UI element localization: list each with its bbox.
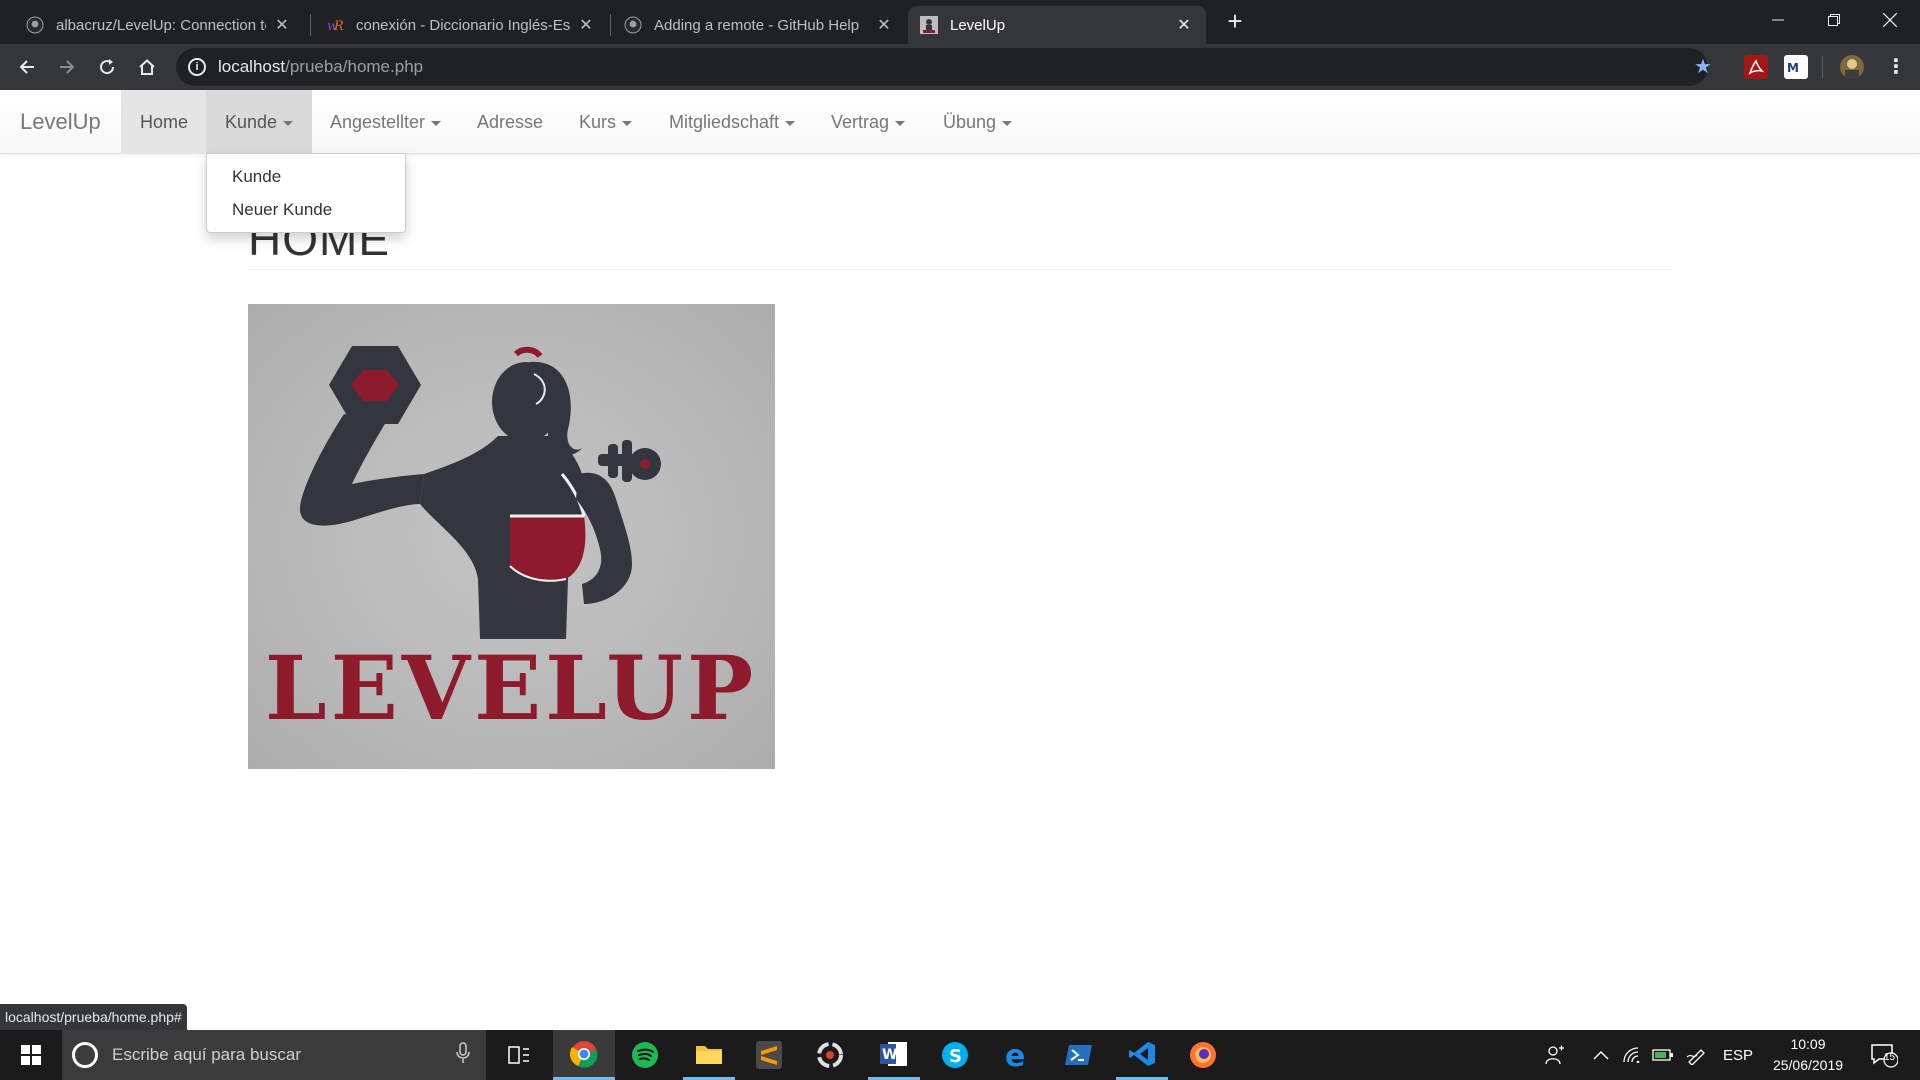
windows-start-icon[interactable] — [6, 1030, 56, 1080]
sublime-text-icon[interactable] — [744, 1030, 794, 1080]
tab-separator — [610, 14, 611, 36]
github-icon — [624, 16, 642, 34]
back-arrow-icon[interactable] — [12, 52, 42, 82]
close-tab-icon[interactable]: ✕ — [874, 15, 894, 35]
svg-text:W: W — [882, 1047, 897, 1063]
url-text: localhost/prueba/home.php — [218, 57, 424, 76]
nav-adresse[interactable]: Adresse — [458, 90, 562, 154]
browser-tab[interactable]: albacruz/LevelUp: Connection to ✕ — [14, 6, 304, 44]
notification-count: 15 — [1884, 1052, 1896, 1063]
extension-icon[interactable]: M — [1784, 55, 1808, 79]
status-bubble: localhost/prueba/home.php# — [0, 1004, 187, 1030]
clock-date: 25/06/2019 — [1772, 1057, 1844, 1073]
close-tab-icon[interactable]: ✕ — [576, 15, 596, 35]
svg-text:R: R — [333, 19, 344, 34]
word-app-icon[interactable]: W — [868, 1030, 920, 1080]
new-tab-button[interactable]: + — [1222, 6, 1248, 36]
reload-icon[interactable] — [92, 52, 122, 82]
tab-title: LevelUp — [950, 16, 1006, 34]
browser-toolbar: i localhost/prueba/home.php ★ M ⋮ — [0, 44, 1920, 90]
svg-text:e: e — [1005, 1041, 1025, 1069]
nav-uebung[interactable]: Übung — [924, 90, 1031, 154]
app-icon[interactable] — [805, 1030, 855, 1080]
web-page: LevelUp Home Kunde Angestellter Adresse … — [0, 90, 1920, 1030]
levelup-logo-image: LEVELUP — [248, 304, 775, 769]
clock-time: 10:09 — [1790, 1036, 1826, 1052]
tab-title: conexión - Diccionario Inglés-Esp — [356, 16, 570, 34]
file-explorer-icon[interactable] — [683, 1030, 735, 1080]
windows-taskbar: Escribe aquí para buscar W S e ESP 10:09… — [0, 1030, 1920, 1080]
toolbar-divider — [1822, 56, 1823, 78]
nav-mitgliedschaft[interactable]: Mitgliedschaft — [650, 90, 814, 154]
close-tab-icon[interactable]: ✕ — [1174, 15, 1194, 35]
navbar-brand[interactable]: LevelUp — [20, 90, 101, 154]
nav-kurs[interactable]: Kurs — [560, 90, 651, 154]
browser-tab[interactable]: wR conexión - Diccionario Inglés-Esp ✕ — [314, 6, 608, 44]
profile-avatar[interactable] — [1840, 55, 1864, 79]
browser-tab[interactable]: Adding a remote - GitHub Help ✕ — [612, 6, 906, 44]
tab-separator — [310, 14, 311, 36]
page-header: HOME — [248, 208, 1672, 270]
svg-text:S: S — [949, 1046, 962, 1067]
dropdown-item-kunde[interactable]: Kunde — [207, 160, 405, 193]
wordreference-icon: wR — [326, 16, 344, 34]
nav-home[interactable]: Home — [121, 90, 208, 154]
browser-tab-active[interactable]: LevelUp ✕ — [908, 6, 1206, 44]
caret-down-icon — [431, 120, 442, 126]
close-tab-icon[interactable]: ✕ — [272, 15, 292, 35]
powershell-app-icon[interactable] — [1054, 1030, 1104, 1080]
browser-tab-strip: albacruz/LevelUp: Connection to ✕ wR con… — [0, 0, 1920, 44]
tab-title: Adding a remote - GitHub Help — [654, 16, 860, 34]
levelup-favicon — [920, 16, 938, 34]
nav-vertrag[interactable]: Vertrag — [812, 90, 924, 154]
tab-title: albacruz/LevelUp: Connection to — [56, 16, 266, 34]
chevron-up-icon[interactable] — [1586, 1030, 1616, 1080]
svg-text:M: M — [1787, 61, 1799, 75]
language-indicator[interactable]: ESP — [1718, 1030, 1758, 1080]
wifi-icon[interactable] — [1618, 1030, 1648, 1080]
chrome-app-icon[interactable] — [553, 1030, 615, 1080]
forward-arrow-icon[interactable] — [52, 52, 82, 82]
firefox-app-icon[interactable] — [1178, 1030, 1228, 1080]
spotify-app-icon[interactable] — [620, 1030, 670, 1080]
notifications-icon[interactable]: 15 — [1862, 1030, 1906, 1080]
task-view-icon[interactable] — [494, 1030, 544, 1080]
site-info-icon[interactable]: i — [188, 58, 206, 76]
restore-icon[interactable] — [1806, 0, 1862, 40]
site-navbar: LevelUp Home Kunde Angestellter Adresse … — [0, 90, 1920, 154]
microphone-icon[interactable] — [456, 1041, 470, 1069]
menu-kebab-icon[interactable]: ⋮ — [1886, 54, 1906, 79]
caret-down-icon — [895, 120, 906, 126]
caret-down-icon — [1002, 120, 1013, 126]
people-icon[interactable] — [1540, 1030, 1570, 1080]
caret-down-icon — [785, 120, 796, 126]
skype-app-icon[interactable]: S — [930, 1030, 980, 1080]
github-icon — [26, 16, 44, 34]
nav-angestellter[interactable]: Angestellter — [311, 90, 460, 154]
page-title: HOME — [248, 213, 390, 265]
kunde-dropdown-menu: Kunde Neuer Kunde — [206, 153, 406, 233]
vscode-app-icon[interactable] — [1116, 1030, 1168, 1080]
bookmark-star-icon[interactable]: ★ — [1694, 54, 1712, 79]
taskbar-search-box[interactable]: Escribe aquí para buscar — [62, 1030, 486, 1080]
battery-icon[interactable] — [1648, 1030, 1678, 1080]
levelup-logo-artwork: LEVELUP — [265, 346, 757, 740]
acrobat-extension-icon[interactable] — [1744, 55, 1768, 79]
close-window-icon[interactable] — [1862, 0, 1918, 40]
pen-ink-icon[interactable] — [1680, 1030, 1712, 1080]
cortana-icon — [72, 1042, 98, 1068]
search-placeholder: Escribe aquí para buscar — [112, 1045, 301, 1064]
edge-app-icon[interactable]: e — [992, 1030, 1042, 1080]
logo-lettering: LEVELUP — [265, 636, 757, 740]
address-bar[interactable]: i localhost/prueba/home.php — [176, 48, 1708, 86]
caret-down-icon — [283, 120, 294, 126]
home-icon[interactable] — [132, 52, 162, 82]
dropdown-item-neuer-kunde[interactable]: Neuer Kunde — [207, 193, 405, 226]
caret-down-icon — [622, 120, 633, 126]
clock[interactable]: 10:09 25/06/2019 — [1760, 1034, 1856, 1076]
minimize-icon[interactable] — [1750, 0, 1806, 40]
nav-kunde[interactable]: Kunde — [206, 90, 313, 154]
